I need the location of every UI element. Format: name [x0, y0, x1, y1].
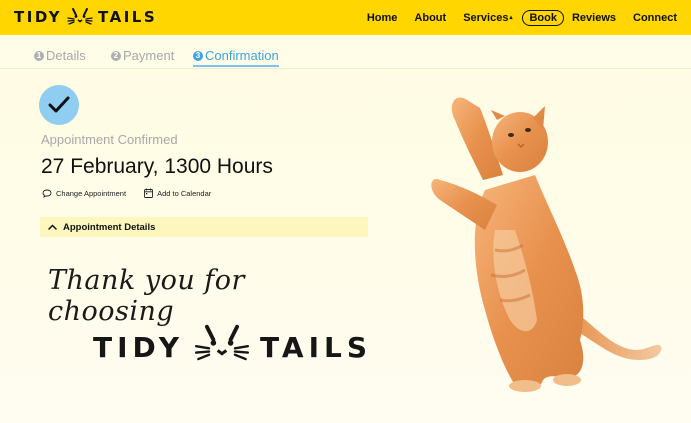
add-to-calendar-link[interactable]: Add to Calendar [144, 188, 211, 198]
add-to-calendar-label: Add to Calendar [157, 188, 212, 198]
nav-services[interactable]: Services ▴ [463, 12, 512, 24]
nav-book-label: Book [529, 11, 557, 24]
appointment-actions: Change Appointment Add to Calendar [42, 188, 211, 198]
caret-up-icon: ▴ [509, 15, 513, 21]
confirmation-status: Appointment Confirmed [41, 132, 178, 147]
main-nav: Home About Services ▴ Book Reviews Conne… [350, 0, 677, 35]
step-number: 1 [34, 50, 44, 61]
appointment-datetime: 27 February, 1300 Hours [41, 155, 273, 178]
brand-logo[interactable]: TIDY TAILS [14, 6, 157, 28]
step-label: Confirmation [205, 48, 279, 63]
thank-you-message: Thank you for choosing [48, 265, 245, 327]
nav-home-label: Home [366, 11, 398, 24]
logo-word-left: TIDY [14, 8, 63, 26]
nav-connect[interactable]: Connect [633, 12, 677, 24]
calendar-icon [144, 188, 154, 198]
step-confirmation[interactable]: 3 Confirmation [193, 48, 279, 67]
appointment-details-toggle[interactable]: Appointment Details [40, 217, 368, 237]
thank-you-logo: TIDY TAILS [93, 322, 372, 373]
nav-about-label: About [414, 11, 447, 24]
nav-book-button[interactable]: Book [522, 9, 564, 26]
top-header: TIDY TAILS Home About Services ▴ Book Re… [0, 0, 691, 35]
cat-photo [425, 80, 670, 400]
step-label: Details [46, 48, 86, 63]
chevron-up-icon [48, 224, 57, 230]
step-details[interactable]: 1 Details [34, 48, 86, 63]
logo-word-right: TAILS [98, 8, 158, 26]
step-payment[interactable]: 2 Payment [111, 48, 174, 63]
step-number: 2 [111, 50, 121, 61]
check-icon [39, 85, 79, 125]
nav-home[interactable]: Home [367, 12, 398, 24]
change-appointment-label: Change Appointment [56, 188, 127, 198]
step-number: 3 [193, 50, 203, 61]
logo-word-left: TIDY [93, 331, 184, 364]
change-appointment-link[interactable]: Change Appointment [42, 188, 126, 198]
speech-bubble-icon [42, 189, 52, 198]
booking-steps: 1 Details 2 Payment 3 Confirmation [0, 35, 691, 69]
cat-face-icon [194, 322, 250, 373]
nav-services-label: Services [463, 11, 509, 24]
nav-connect-label: Connect [633, 11, 677, 24]
logo-word-right: TAILS [260, 331, 373, 364]
cat-face-icon [67, 7, 93, 27]
step-label: Payment [123, 48, 175, 63]
appointment-details-label: Appointment Details [63, 221, 156, 233]
nav-reviews[interactable]: Reviews [572, 12, 616, 24]
nav-about[interactable]: About [414, 12, 446, 24]
nav-reviews-label: Reviews [571, 11, 616, 24]
